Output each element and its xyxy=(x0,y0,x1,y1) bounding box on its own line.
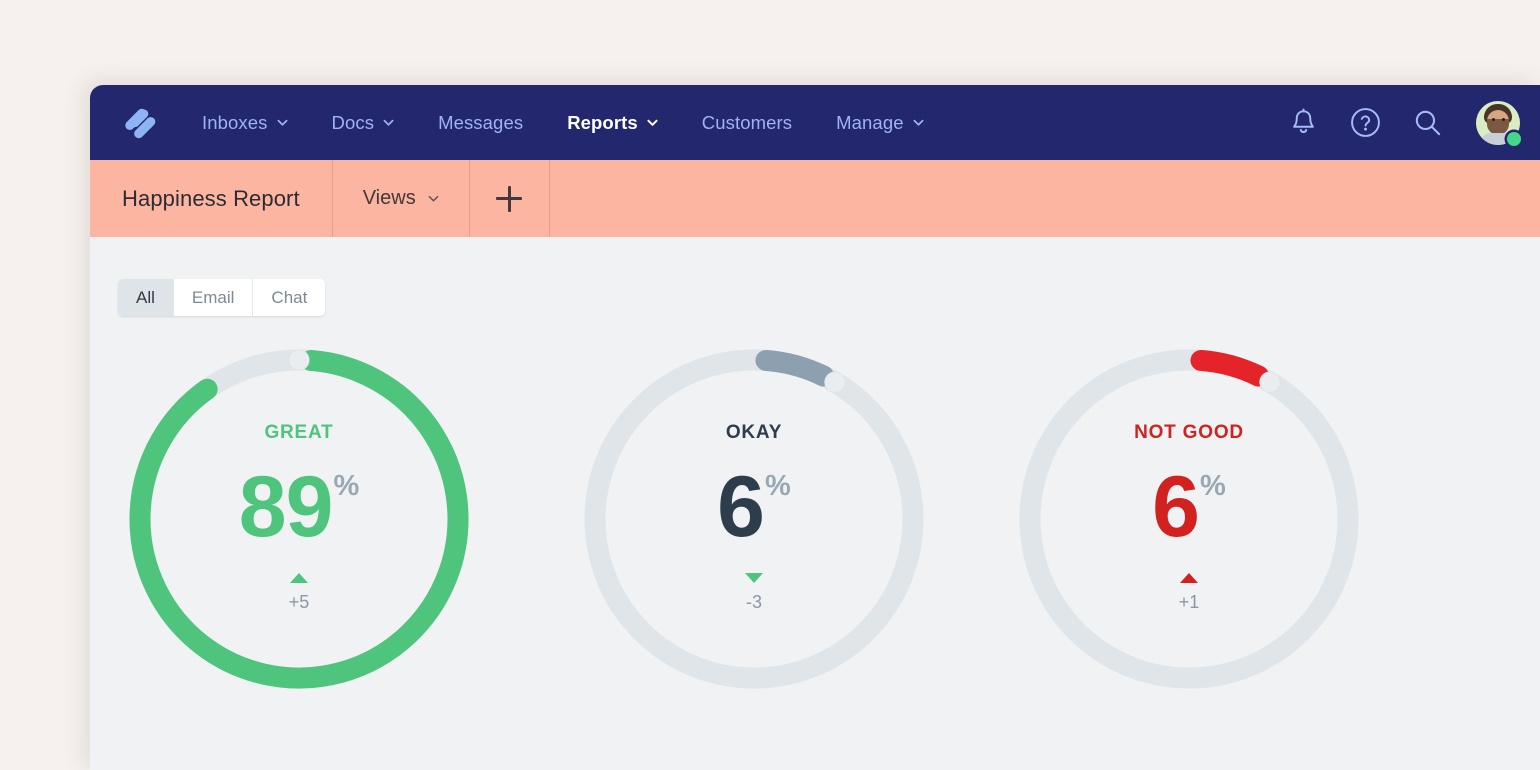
gauge-label: GREAT xyxy=(264,422,334,443)
gauge-value-number: 6 xyxy=(717,459,765,555)
nav-label-messages: Messages xyxy=(438,111,524,133)
nav-label-reports: Reports xyxy=(567,111,638,133)
chevron-down-icon xyxy=(913,117,924,128)
triangle-up-icon xyxy=(290,572,308,583)
gauge-okay: OKAY 6% -3 xyxy=(573,338,935,738)
gauge-center-content: OKAY 6% -3 xyxy=(573,338,935,700)
views-dropdown[interactable]: Views xyxy=(333,160,470,237)
nav-item-docs[interactable]: Docs xyxy=(310,112,417,134)
online-status-dot xyxy=(1507,131,1521,146)
report-subheader: Happiness Report Views xyxy=(90,160,1540,237)
chevron-down-icon xyxy=(383,117,394,128)
nav-label-docs: Docs xyxy=(331,111,375,133)
search-icon[interactable] xyxy=(1396,85,1458,160)
happiness-gauges: GREAT 89% +5 OKAY 6% -3 NOT GOOD 6% +1 xyxy=(118,338,1540,738)
gauge-delta: -3 xyxy=(745,572,763,613)
gauge-label: OKAY xyxy=(725,422,783,443)
app-window: Inboxes Docs Messages Reports Customers … xyxy=(90,85,1540,770)
gauge-value-number: 89 xyxy=(238,459,334,555)
gauge-percent-symbol: % xyxy=(765,470,791,502)
filter-tab-chat[interactable]: Chat xyxy=(253,279,326,316)
help-question-icon[interactable] xyxy=(1334,85,1396,160)
nav-item-messages[interactable]: Messages xyxy=(416,112,545,134)
nav-item-inboxes[interactable]: Inboxes xyxy=(180,112,310,134)
gauge-delta-value: +5 xyxy=(288,591,310,612)
gauge-delta: +1 xyxy=(1178,572,1200,613)
add-view-button[interactable] xyxy=(470,160,550,237)
plus-icon xyxy=(496,185,523,212)
help-scout-logo[interactable] xyxy=(120,103,160,143)
channel-filter-tabs: All Email Chat xyxy=(118,279,326,316)
nav-item-customers[interactable]: Customers xyxy=(680,112,814,134)
gauge-center-content: GREAT 89% +5 xyxy=(118,338,480,700)
triangle-up-icon xyxy=(1180,572,1198,583)
report-content: All Email Chat GREAT 89% +5 OKAY 6% -3 NOT GOO… xyxy=(90,237,1540,770)
gauge-percent-symbol: % xyxy=(1200,470,1226,502)
gauge-delta: +5 xyxy=(288,572,310,613)
views-label: Views xyxy=(362,187,416,209)
user-avatar[interactable] xyxy=(1476,100,1521,146)
nav-label-inboxes: Inboxes xyxy=(202,111,268,133)
gauge-value-number: 6 xyxy=(1152,459,1200,555)
nav-item-reports[interactable]: Reports xyxy=(545,112,680,134)
triangle-down-icon xyxy=(745,572,763,583)
gauge-value-row: 6% xyxy=(717,459,791,555)
filter-tab-all[interactable]: All xyxy=(118,279,174,316)
nav-label-manage: Manage xyxy=(836,111,904,133)
main-nav-links: Inboxes Docs Messages Reports Customers … xyxy=(180,112,946,134)
nav-right-actions xyxy=(1272,85,1540,160)
gauge-label: NOT GOOD xyxy=(1134,422,1244,443)
chevron-down-icon xyxy=(277,117,288,128)
gauge-value-row: 6% xyxy=(1152,459,1226,555)
gauge-delta-value: -3 xyxy=(745,591,762,612)
nav-item-manage[interactable]: Manage xyxy=(814,112,945,134)
gauge-great: GREAT 89% +5 xyxy=(118,338,480,738)
filter-tab-email[interactable]: Email xyxy=(173,279,254,316)
chevron-down-icon xyxy=(428,193,439,204)
nav-label-customers: Customers xyxy=(701,111,793,133)
chevron-down-icon xyxy=(647,117,658,128)
gauge-value-row: 89% xyxy=(238,459,360,555)
gauge-center-content: NOT GOOD 6% +1 xyxy=(1008,338,1370,700)
notifications-bell-icon[interactable] xyxy=(1272,85,1334,160)
page-title: Happiness Report xyxy=(90,160,333,237)
top-navigation-bar: Inboxes Docs Messages Reports Customers … xyxy=(90,85,1540,160)
gauge-not-good: NOT GOOD 6% +1 xyxy=(1008,338,1370,738)
gauge-percent-symbol: % xyxy=(333,470,360,502)
gauge-delta-value: +1 xyxy=(1178,591,1200,612)
